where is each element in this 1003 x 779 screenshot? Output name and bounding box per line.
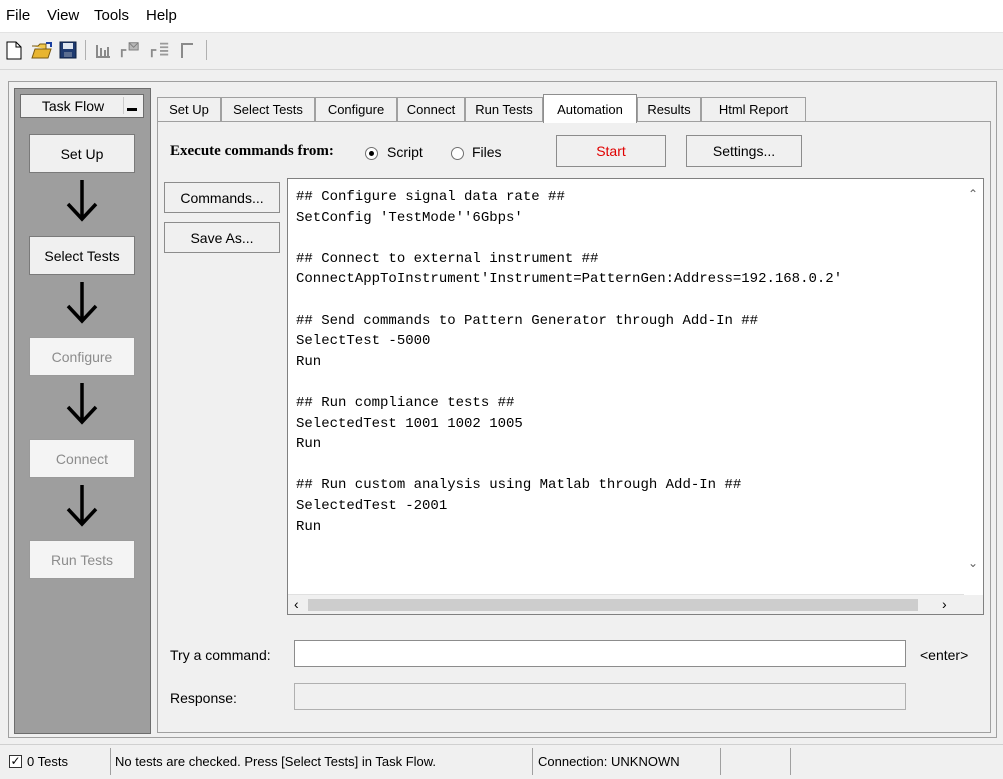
tab-select-tests[interactable]: Select Tests xyxy=(221,97,315,121)
vertical-scrollbar[interactable]: ⌃ ⌄ xyxy=(963,179,983,577)
script-editor[interactable]: ## Configure signal data rate ## SetConf… xyxy=(287,178,984,615)
execute-label: Execute commands from: xyxy=(170,143,334,159)
status-bar: ✓ 0 Tests No tests are checked. Press [S… xyxy=(0,744,1003,779)
tab-html-report[interactable]: Html Report xyxy=(701,97,806,121)
task-flow-header: Task Flow xyxy=(20,94,144,118)
toolbar xyxy=(0,33,1003,70)
files-radio-label[interactable]: Files xyxy=(472,144,502,160)
tab-automation[interactable]: Automation xyxy=(543,94,637,123)
minimize-icon[interactable] xyxy=(123,97,140,114)
tab-connect[interactable]: Connect xyxy=(397,97,465,121)
script-radio-label[interactable]: Script xyxy=(387,144,423,160)
status-separator xyxy=(720,748,721,775)
menu-file[interactable]: File xyxy=(6,7,30,24)
settings-button[interactable]: Settings... xyxy=(686,135,802,167)
open-folder-icon[interactable] xyxy=(30,39,54,61)
flow-step-configure[interactable]: Configure xyxy=(29,337,135,376)
flow-arrow-icon xyxy=(66,282,98,324)
enter-hint: <enter> xyxy=(920,647,969,663)
tab-run-tests[interactable]: Run Tests xyxy=(465,97,543,121)
script-radio[interactable] xyxy=(365,147,378,160)
start-button[interactable]: Start xyxy=(556,135,666,167)
command-input[interactable] xyxy=(294,640,906,667)
task-flow-title: Task Flow xyxy=(41,98,105,114)
menu-tools[interactable]: Tools xyxy=(94,7,129,24)
scroll-down-icon[interactable]: ⌄ xyxy=(968,556,978,570)
connection-status: Connection: UNKNOWN xyxy=(538,754,680,769)
menu-view[interactable]: View xyxy=(47,7,79,24)
tab-set-up[interactable]: Set Up xyxy=(157,97,221,121)
scroll-thumb[interactable] xyxy=(308,599,918,611)
chart-icon[interactable] xyxy=(93,39,113,61)
script-text[interactable]: ## Configure signal data rate ## SetConf… xyxy=(296,187,842,537)
menu-bar: File View Tools Help xyxy=(0,0,1003,33)
scroll-right-icon[interactable]: › xyxy=(942,596,947,612)
status-separator xyxy=(790,748,791,775)
flow-step-set-up[interactable]: Set Up xyxy=(29,134,135,173)
toolbar-separator xyxy=(85,40,86,60)
toolbar-separator xyxy=(206,40,207,60)
flow-step-connect[interactable]: Connect xyxy=(29,439,135,478)
try-command-label: Try a command: xyxy=(170,647,271,663)
list-icon[interactable] xyxy=(150,39,170,61)
flow-arrow-icon xyxy=(66,180,98,222)
scroll-corner xyxy=(963,595,983,614)
tab-results[interactable]: Results xyxy=(637,97,701,121)
marker-icon[interactable] xyxy=(178,39,198,61)
tests-checkbox[interactable]: ✓ xyxy=(9,755,22,768)
scroll-left-icon[interactable]: ‹ xyxy=(294,596,299,612)
status-message: No tests are checked. Press [Select Test… xyxy=(115,754,437,769)
files-radio[interactable] xyxy=(451,147,464,160)
flow-arrow-icon xyxy=(66,485,98,527)
send-icon[interactable] xyxy=(120,39,140,61)
tab-configure[interactable]: Configure xyxy=(315,97,397,121)
horizontal-scrollbar[interactable]: ‹ › xyxy=(288,594,964,614)
status-separator xyxy=(532,748,533,775)
status-separator xyxy=(110,748,111,775)
flow-arrow-icon xyxy=(66,383,98,425)
flow-step-select-tests[interactable]: Select Tests xyxy=(29,236,135,275)
scroll-up-icon[interactable]: ⌃ xyxy=(968,187,978,201)
tests-count: 0 Tests xyxy=(27,754,68,769)
menu-help[interactable]: Help xyxy=(146,7,177,24)
response-label: Response: xyxy=(170,690,237,706)
save-as-button[interactable]: Save As... xyxy=(164,222,280,253)
response-field xyxy=(294,683,906,710)
flow-step-run-tests[interactable]: Run Tests xyxy=(29,540,135,579)
save-icon[interactable] xyxy=(58,39,78,61)
commands-button[interactable]: Commands... xyxy=(164,182,280,213)
new-file-icon[interactable] xyxy=(4,39,24,61)
